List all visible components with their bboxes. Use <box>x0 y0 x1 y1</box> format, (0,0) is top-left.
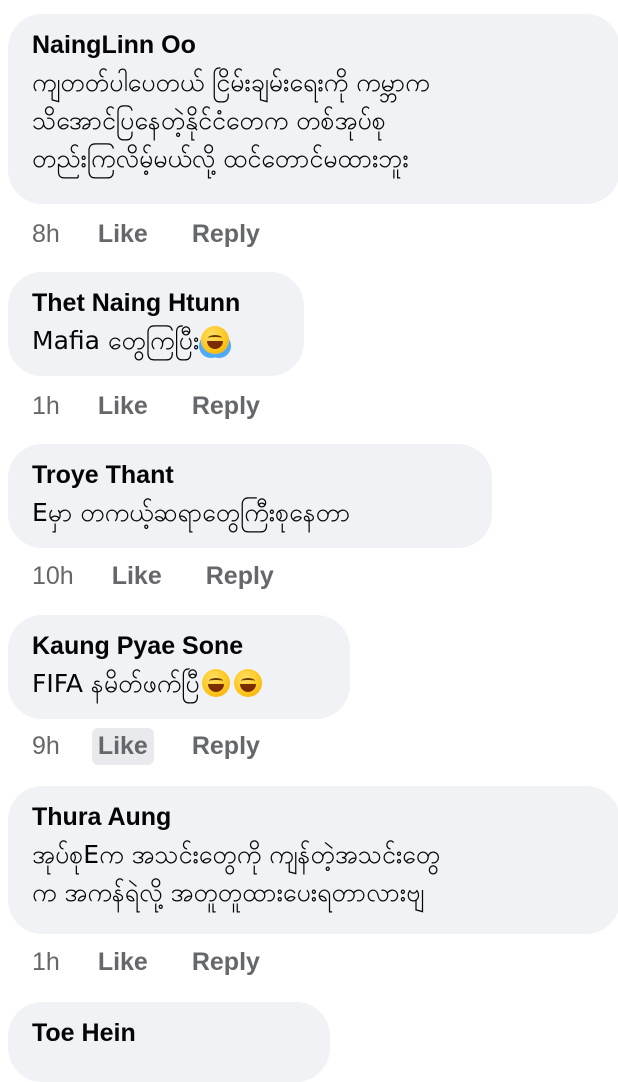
like-button[interactable]: Like <box>92 216 154 253</box>
comment-actions: 9h Like Reply <box>32 728 304 765</box>
comment-timestamp[interactable]: 1h <box>32 948 60 977</box>
comment-actions: 10h Like Reply <box>32 558 318 595</box>
grinning-face-icon <box>233 669 262 697</box>
comment-timestamp[interactable]: 8h <box>32 220 60 249</box>
comment-text-line: သိအောင်ပြနေတဲ့နိုင်ငံတေက တစ်အုပ်စု <box>32 106 386 135</box>
comment-actions: 8h Like Reply <box>32 216 304 253</box>
comment-text-line: FIFA နမိတ်ဖက်ပြီ <box>32 669 200 698</box>
comment-actions: 1h Like Reply <box>32 388 304 425</box>
comment-text-line: တည်းကြလိမ့်မယ်လို့ ထင်တောင်မထားဘူး <box>32 144 409 173</box>
like-button[interactable]: Like <box>92 944 154 981</box>
comment-author[interactable]: NaingLinn Oo <box>32 30 596 60</box>
reply-button[interactable]: Reply <box>186 944 266 981</box>
reply-button[interactable]: Reply <box>186 216 266 253</box>
comment-bubble[interactable]: NaingLinn Oo ကျတတ်ပါပေတယ် ငြိမ်းချမ်းရေး… <box>8 14 618 204</box>
comment-bubble[interactable]: Toe Hein <box>8 1002 330 1082</box>
comment-text: Mafia တွေကြပြီး <box>32 322 280 360</box>
comment-timestamp[interactable]: 10h <box>32 562 74 591</box>
comment-text-line: က အကန်ရဲလို့ အတူတူထားပေးရတာလားဗျ <box>32 878 425 907</box>
comment-bubble[interactable]: Troye Thant Eမှာ တကယ့်ဆရာတွေကြီးစုနေတာ <box>8 444 492 548</box>
comment-text-line: ကျတတ်ပါပေတယ် ငြိမ်းချမ်းရေးကို ကမ္ဘာက <box>32 68 430 97</box>
comment-author[interactable]: Toe Hein <box>32 1018 306 1048</box>
comment-bubble[interactable]: Thura Aung အုပ်စုEက အသင်းတွေကို ကျန်တဲ့အ… <box>8 786 618 934</box>
grinning-face-icon <box>201 669 230 697</box>
like-button[interactable]: Like <box>92 388 154 425</box>
reply-button[interactable]: Reply <box>186 388 266 425</box>
comment-text-line: Mafia တွေကြပြီး <box>32 326 200 355</box>
comment-author[interactable]: Thet Naing Htunn <box>32 288 280 318</box>
comment-bubble[interactable]: Kaung Pyae Sone FIFA နမိတ်ဖက်ပြီ <box>8 615 350 719</box>
comment-timestamp[interactable]: 1h <box>32 392 60 421</box>
comment-bubble[interactable]: Thet Naing Htunn Mafia တွေကြပြီး <box>8 272 304 376</box>
comment-author[interactable]: Kaung Pyae Sone <box>32 631 326 661</box>
like-button[interactable]: Like <box>106 558 168 595</box>
comment-text: FIFA နမိတ်ဖက်ပြီ <box>32 665 326 703</box>
comment-author[interactable]: Troye Thant <box>32 460 468 490</box>
comment-text-line: Eမှာ တကယ့်ဆရာတွေကြီးစုနေတာ <box>32 498 351 527</box>
reply-button[interactable]: Reply <box>186 728 266 765</box>
face-with-tears-of-joy-icon <box>201 326 230 354</box>
reply-button[interactable]: Reply <box>200 558 280 595</box>
comment-author[interactable]: Thura Aung <box>32 802 596 832</box>
comment-text-line: အုပ်စုEက အသင်းတွေကို ကျန်တဲ့အသင်းတွေ <box>32 840 441 869</box>
comment-actions: 1h Like Reply <box>32 944 304 981</box>
comment-timestamp[interactable]: 9h <box>32 732 60 761</box>
like-button[interactable]: Like <box>91 728 154 765</box>
